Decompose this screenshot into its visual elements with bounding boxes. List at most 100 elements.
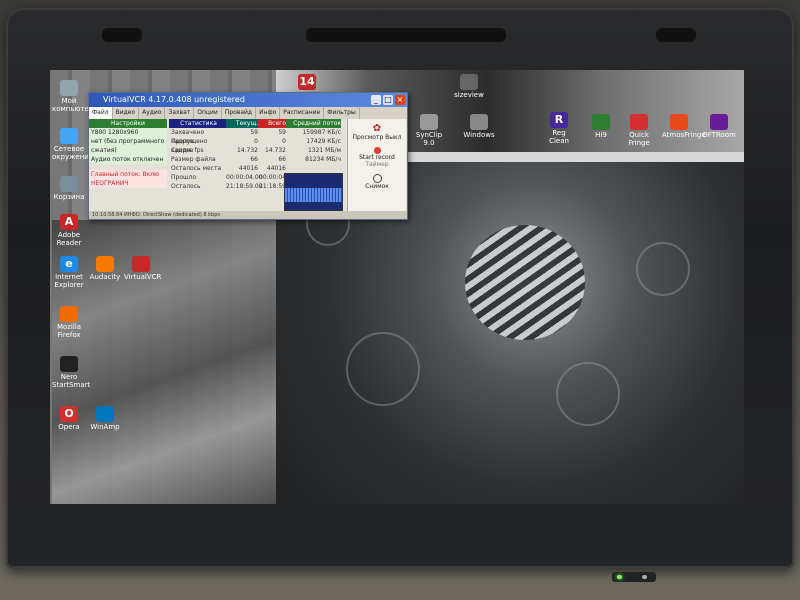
control-panel: ✿ Просмотр Выкл Start record Таймер Сним… [347,119,406,217]
icon-label: Hi9 [595,131,607,139]
webcam-bar [306,28,506,42]
icon-label: Opera [58,423,80,431]
snapshot-button[interactable]: Снимок [348,174,406,190]
table-row: Осталось места 44016 44016 [169,164,341,173]
desktop-icon-top-3[interactable]: Windows [462,114,496,139]
row-total: 0 [282,138,286,145]
row-label: Прошло [171,174,196,181]
vcr-window[interactable]: VirtualVCR 4.17.0.408 unregistered _ □ ×… [88,92,408,220]
desktop-icon-top-1[interactable]: sizeview [452,74,486,99]
tab-schedule[interactable]: Расписание [280,107,325,119]
app-icon [460,74,478,90]
timer-label: Таймер [365,161,389,168]
table-row: Средн. fps 14.732 14.732 1321 МБ/м [169,146,341,155]
settings-line: нет (без программного [91,138,165,145]
dragon-icon: ✿ [372,123,382,134]
desktop-icon-top-2[interactable]: SynClip 9.0 [412,114,446,147]
hinge-right [656,28,696,42]
icon-label: WinAmp [90,423,120,431]
cube-icon [592,114,610,130]
tab-video[interactable]: Видео [113,107,140,119]
icon-label: Корзина [53,193,85,201]
tab-audio[interactable]: Аудио [139,107,166,119]
icon-label: Audacity [89,273,121,281]
col-header: Всего [258,119,286,128]
desktop-icon-top-6[interactable]: Quick Fringe [622,114,656,147]
laptop-screen: 14 sizeview SynClip 9.0 Windows R Reg Cl… [50,70,744,504]
row-current: 00:00:04.00 [226,174,263,181]
row-avg: 159987 КБ/с [302,129,341,136]
icon-label: Nero StartSmart [52,373,91,389]
nero-icon [60,356,78,372]
stats-header-row: Статистика Текущ. Всего Средний поток [169,119,341,128]
close-button[interactable]: × [395,95,405,105]
browser-icon: e [60,256,78,272]
row-current: 44016 [238,165,258,172]
reg-icon: R [550,112,568,128]
icon-label: AtmosFringe [662,131,706,139]
desktop-icon-3[interactable]: A Adobe Reader [52,214,86,247]
icon-label: OFTRoom [702,131,736,139]
row-total: 66 [278,156,286,163]
icon-label: Internet Explorer [54,273,84,289]
desktop-icon-1[interactable]: Сетевое окружение [52,128,93,161]
icon-label: Quick Fringe [628,131,650,147]
row-total: 14.732 [265,147,286,154]
desktop-icon-10[interactable]: WinAmp [88,406,122,431]
table-row: Пропущено кадров 0 0 17429 КБ/с [169,137,341,154]
status-bar: 10:10:58.84 ИНФО: DirectShow (dedicated)… [89,211,407,219]
table-row: Захвачено кадров 59 59 159987 КБ/с [169,128,341,145]
tab-capture[interactable]: Захват [165,107,195,119]
tab-providers[interactable]: Провайд [222,107,257,119]
pdf-icon: A [60,214,78,230]
row-current: 0 [254,138,258,145]
start-record-button[interactable]: Start record Таймер [348,147,406,168]
desktop-icon-9[interactable]: O Opera [52,406,86,431]
row-current: 14.732 [237,147,258,154]
desktop-icon-top-7[interactable]: AtmosFringe [662,114,706,139]
throughput-graph [284,173,343,211]
row-current: 21:18:59.00 [226,183,263,190]
tab-file[interactable]: Файл [89,107,113,119]
tab-options[interactable]: Опции [194,107,222,119]
tab-info[interactable]: Инфо [256,107,281,119]
desktop-icon-5[interactable]: Audacity [88,256,122,281]
status-line: НЕОГРАНИЧ [91,180,129,187]
settings-pane: Настройки Y800 1280x960 нет (без програм… [89,119,167,188]
row-current: 66 [250,156,258,163]
window-titlebar[interactable]: VirtualVCR 4.17.0.408 unregistered _ □ × [89,93,407,107]
atmos-icon [670,114,688,130]
desktop-icon-top-8[interactable]: OFTRoom [702,114,736,139]
row-total: 21:18:59 [259,183,286,190]
record-dot-icon [373,147,381,154]
minimize-button[interactable]: _ [371,95,381,105]
desktop-icon-0[interactable]: Мой компьютер [52,80,93,113]
desktop-icon-4[interactable]: e Internet Explorer [52,256,86,289]
row-total: 44016 [266,165,286,172]
ring-3 [636,242,690,296]
winamp-icon [96,406,114,422]
icon-label: Adobe Reader [56,231,82,247]
desktop-icon-6[interactable]: VirtualVCR [124,256,162,281]
desktop-icon-8[interactable]: Nero StartSmart [52,356,90,389]
maximize-button[interactable]: □ [383,95,393,105]
camera-icon [372,174,382,183]
desktop-icon-top-0[interactable]: 14 [290,74,324,91]
icon-label: Reg Clean [549,129,569,145]
preview-button[interactable]: ✿ Просмотр Выкл [348,123,406,141]
preview-label: Просмотр Выкл [352,134,402,141]
icon-label: VirtualVCR [124,273,162,281]
desktop-icon-7[interactable]: Mozilla Firefox [52,306,86,339]
desktop-icon-2[interactable]: Корзина [52,176,86,201]
desktop-icon-top-4[interactable]: R Reg Clean [542,112,576,145]
status-led-icon [642,575,647,579]
col-header: Средний поток [286,119,341,128]
tab-filters[interactable]: Фильтры [324,107,360,119]
desktop-icon-top-5[interactable]: Hi9 [584,114,618,139]
network-icon [60,128,78,144]
row-current: 59 [250,129,258,136]
row-total: 59 [278,129,286,136]
record-label: Start record [359,154,395,161]
window-title: VirtualVCR 4.17.0.408 unregistered [103,95,245,104]
oft-icon [710,114,728,130]
